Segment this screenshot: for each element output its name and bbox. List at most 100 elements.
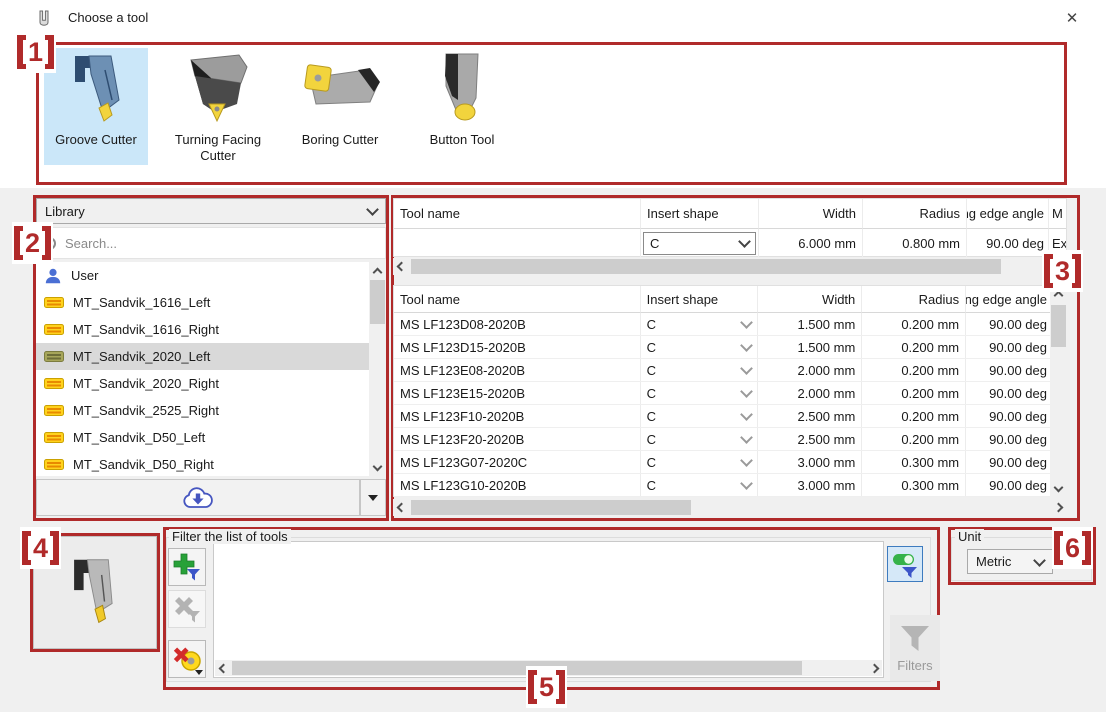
tool-type-button-tool[interactable]: Button Tool: [410, 48, 514, 165]
scroll-down-icon[interactable]: [1054, 482, 1064, 492]
column-header[interactable]: M: [1049, 199, 1066, 229]
tool-name-cell[interactable]: MS LF123F10-2020B: [394, 405, 641, 427]
insert-shape-cell[interactable]: C: [641, 313, 759, 335]
tool-name-cell[interactable]: MS LF123D08-2020B: [394, 313, 641, 335]
width-cell[interactable]: 1.500 mm: [758, 336, 862, 358]
tree-item-library[interactable]: MT_Sandvik_2525_Right: [36, 397, 386, 424]
width-cell[interactable]: 2.000 mm: [758, 382, 862, 404]
clear-filters-button[interactable]: [168, 640, 206, 678]
catalog-row[interactable]: MS LF123G10-2020B C 3.000 mm 0.300 mm 90…: [394, 474, 1052, 497]
catalog-row[interactable]: MS LF123D15-2020B C 1.500 mm 0.200 mm 90…: [394, 336, 1052, 359]
current-tool-name-cell[interactable]: [394, 229, 641, 257]
edge-angle-cell[interactable]: 90.00 deg: [966, 382, 1052, 404]
search-input[interactable]: [63, 235, 379, 252]
unit-select[interactable]: Metric: [967, 549, 1053, 574]
catalog-row[interactable]: MS LF123F20-2020B C 2.500 mm 0.200 mm 90…: [394, 428, 1052, 451]
width-cell[interactable]: 2.500 mm: [758, 428, 862, 450]
radius-cell[interactable]: 0.200 mm: [862, 382, 966, 404]
scroll-left-icon[interactable]: [397, 503, 407, 513]
edge-angle-cell[interactable]: 90.00 deg: [966, 451, 1052, 473]
tool-name-cell[interactable]: MS LF123D15-2020B: [394, 336, 641, 358]
tool-type-turning-facing-cutter[interactable]: Turning Facing Cutter: [166, 48, 270, 165]
download-options-button[interactable]: [360, 479, 386, 516]
radius-cell[interactable]: 0.200 mm: [862, 336, 966, 358]
radius-cell[interactable]: 0.300 mm: [862, 451, 966, 473]
close-icon[interactable]: ✕: [1056, 4, 1088, 32]
width-cell[interactable]: 3.000 mm: [758, 451, 862, 473]
catalog-row[interactable]: MS LF123F10-2020B C 2.500 mm 0.200 mm 90…: [394, 405, 1052, 428]
width-cell[interactable]: 3.000 mm: [758, 474, 862, 496]
scroll-left-icon[interactable]: [218, 663, 228, 673]
radius-cell[interactable]: 0.200 mm: [862, 359, 966, 381]
library-source-select[interactable]: Library: [36, 198, 386, 224]
column-header[interactable]: Insert shape: [641, 286, 759, 313]
width-cell[interactable]: 1.500 mm: [758, 313, 862, 335]
column-header[interactable]: Tool name: [394, 199, 641, 229]
catalog-hscrollbar[interactable]: [393, 499, 1067, 516]
edge-angle-cell[interactable]: 90.00 deg: [966, 359, 1052, 381]
tree-item-library[interactable]: MT_Sandvik_D50_Left: [36, 424, 386, 451]
library-tree-scrollbar[interactable]: [369, 262, 386, 476]
insert-shape-cell[interactable]: C: [641, 382, 759, 404]
tool-type-boring-cutter[interactable]: Boring Cutter: [288, 48, 392, 165]
column-header[interactable]: ng edge angle: [967, 199, 1049, 229]
current-edge-angle-cell[interactable]: 90.00 deg: [967, 229, 1049, 257]
scroll-down-icon[interactable]: [373, 461, 383, 471]
tool-type-groove-cutter[interactable]: Groove Cutter: [44, 48, 148, 165]
catalog-row[interactable]: MS LF123E15-2020B C 2.000 mm 0.200 mm 90…: [394, 382, 1052, 405]
column-header[interactable]: Width: [759, 199, 863, 229]
edge-angle-cell[interactable]: 90.00 deg: [966, 313, 1052, 335]
insert-shape-cell[interactable]: C: [641, 336, 759, 358]
column-header[interactable]: Radius: [863, 199, 967, 229]
tool-name-cell[interactable]: MS LF123F20-2020B: [394, 428, 641, 450]
search-box[interactable]: [36, 227, 386, 259]
add-filter-button[interactable]: [168, 548, 206, 586]
filters-button[interactable]: Filters: [890, 615, 940, 681]
tool-name-cell[interactable]: MS LF123G10-2020B: [394, 474, 641, 496]
scroll-right-icon[interactable]: [869, 663, 879, 673]
tool-name-cell[interactable]: MS LF123E08-2020B: [394, 359, 641, 381]
tool-name-cell[interactable]: MS LF123G07-2020C: [394, 451, 641, 473]
filter-list-area[interactable]: [213, 541, 884, 678]
tree-item-user[interactable]: User: [36, 262, 386, 289]
current-width-cell[interactable]: 6.000 mm: [759, 229, 863, 257]
download-library-button[interactable]: [36, 479, 360, 516]
radius-cell[interactable]: 0.200 mm: [862, 405, 966, 427]
enable-filters-toggle[interactable]: [887, 546, 923, 582]
insert-shape-cell[interactable]: C: [641, 405, 759, 427]
edge-angle-cell[interactable]: 90.00 deg: [966, 428, 1052, 450]
radius-cell[interactable]: 0.200 mm: [862, 428, 966, 450]
catalog-row[interactable]: MS LF123D08-2020B C 1.500 mm 0.200 mm 90…: [394, 313, 1052, 336]
insert-shape-select[interactable]: C: [643, 232, 756, 255]
tree-item-library[interactable]: MT_Sandvik_1616_Left: [36, 289, 386, 316]
insert-shape-cell[interactable]: C: [641, 451, 759, 473]
column-header[interactable]: Width: [758, 286, 862, 313]
catalog-vscrollbar[interactable]: [1050, 285, 1067, 497]
radius-cell[interactable]: 0.300 mm: [862, 474, 966, 496]
scroll-left-icon[interactable]: [397, 262, 407, 272]
tree-item-library[interactable]: MT_Sandvik_2020_Right: [36, 370, 386, 397]
edge-angle-cell[interactable]: 90.00 deg: [966, 474, 1052, 496]
current-radius-cell[interactable]: 0.800 mm: [863, 229, 967, 257]
scroll-up-icon[interactable]: [373, 267, 383, 277]
catalog-row[interactable]: MS LF123G07-2020C C 3.000 mm 0.300 mm 90…: [394, 451, 1052, 474]
remove-filter-button[interactable]: [168, 590, 206, 628]
edge-angle-cell[interactable]: 90.00 deg: [966, 336, 1052, 358]
insert-shape-cell[interactable]: C: [641, 428, 759, 450]
catalog-row[interactable]: MS LF123E08-2020B C 2.000 mm 0.200 mm 90…: [394, 359, 1052, 382]
column-header[interactable]: ng edge angle: [966, 286, 1052, 313]
current-tool-hscrollbar[interactable]: [393, 258, 1067, 275]
scroll-right-icon[interactable]: [1054, 503, 1064, 513]
tree-item-library[interactable]: MT_Sandvik_1616_Right: [36, 316, 386, 343]
tool-name-cell[interactable]: MS LF123E15-2020B: [394, 382, 641, 404]
radius-cell[interactable]: 0.200 mm: [862, 313, 966, 335]
column-header[interactable]: Tool name: [394, 286, 641, 313]
insert-shape-cell[interactable]: C: [641, 474, 759, 496]
tree-item-library[interactable]: MT_Sandvik_D50_Right: [36, 451, 386, 476]
edge-angle-cell[interactable]: 90.00 deg: [966, 405, 1052, 427]
width-cell[interactable]: 2.000 mm: [758, 359, 862, 381]
insert-shape-cell[interactable]: C: [641, 359, 759, 381]
column-header[interactable]: Radius: [862, 286, 966, 313]
tree-item-library-selected[interactable]: MT_Sandvik_2020_Left: [36, 343, 386, 370]
width-cell[interactable]: 2.500 mm: [758, 405, 862, 427]
